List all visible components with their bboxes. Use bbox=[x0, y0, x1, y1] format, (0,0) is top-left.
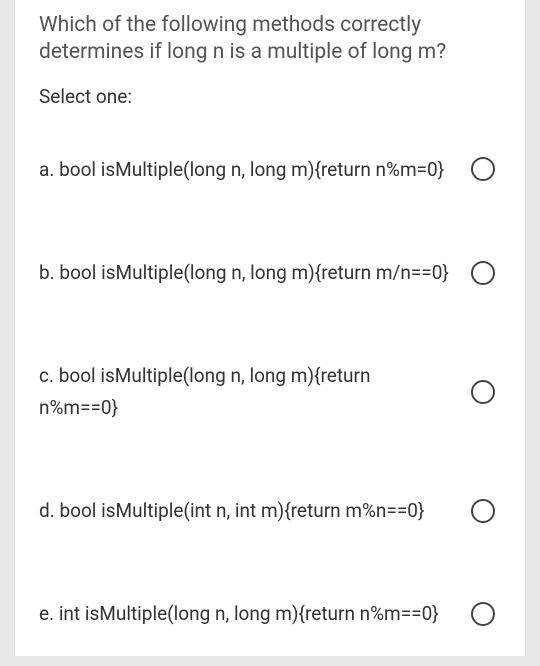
radio-c[interactable] bbox=[471, 380, 495, 404]
option-d[interactable]: d. bool isMultiple(int n, int m){return … bbox=[39, 459, 501, 562]
option-e-letter: e. bbox=[39, 602, 54, 625]
question-instruction: Select one: bbox=[39, 85, 501, 108]
radio-e[interactable] bbox=[471, 602, 495, 626]
option-e-text: e. int isMultiple(long n, long m){return… bbox=[39, 598, 451, 629]
question-card: Which of the following methods correctly… bbox=[14, 0, 526, 656]
option-c[interactable]: c. bool isMultiple(long n, long m){retur… bbox=[39, 324, 501, 459]
options-list: a. bool isMultiple(long n, long m){retur… bbox=[15, 118, 525, 666]
option-c-code: bool isMultiple(long n, long m){return n… bbox=[39, 364, 370, 418]
question-text: Which of the following methods correctly… bbox=[39, 12, 501, 67]
option-b-text: b. bool isMultiple(long n, long m){retur… bbox=[39, 257, 451, 288]
question-block: Which of the following methods correctly… bbox=[15, 0, 525, 118]
option-a-letter: a. bbox=[39, 158, 54, 181]
option-e[interactable]: e. int isMultiple(long n, long m){return… bbox=[39, 562, 501, 665]
option-d-text: d. bool isMultiple(int n, int m){return … bbox=[39, 495, 451, 526]
radio-b[interactable] bbox=[471, 261, 495, 285]
option-b[interactable]: b. bool isMultiple(long n, long m){retur… bbox=[39, 221, 501, 324]
option-b-letter: b. bbox=[39, 261, 55, 284]
option-c-text: c. bool isMultiple(long n, long m){retur… bbox=[39, 360, 451, 423]
option-a-code: bool isMultiple(long n, long m){return n… bbox=[59, 158, 444, 181]
option-d-code: bool isMultiple(int n, int m){return m%n… bbox=[59, 499, 424, 522]
radio-d[interactable] bbox=[471, 499, 495, 523]
option-a-text: a. bool isMultiple(long n, long m){retur… bbox=[39, 154, 451, 185]
option-e-code: int isMultiple(long n, long m){return n%… bbox=[59, 602, 439, 625]
option-b-code: bool isMultiple(long n, long m){return m… bbox=[59, 261, 448, 284]
option-a[interactable]: a. bool isMultiple(long n, long m){retur… bbox=[39, 118, 501, 221]
option-c-letter: c. bbox=[39, 364, 54, 387]
option-d-letter: d. bbox=[39, 499, 55, 522]
radio-a[interactable] bbox=[471, 157, 495, 181]
